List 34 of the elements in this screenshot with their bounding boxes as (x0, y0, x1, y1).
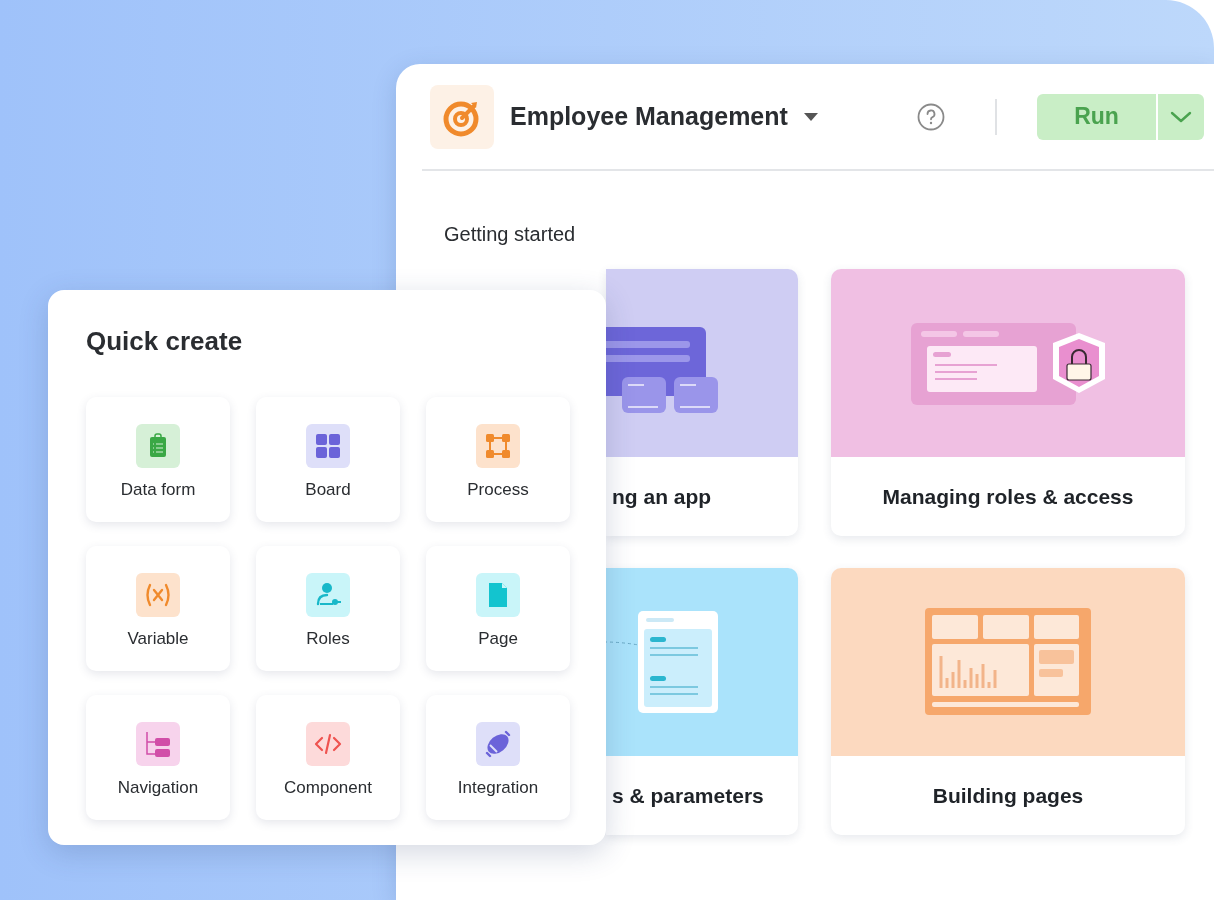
guide-card[interactable]: s & parameters (606, 568, 798, 835)
create-option-button[interactable]: Variable (86, 546, 230, 671)
card-title: ng an app (612, 484, 712, 509)
help-icon[interactable] (917, 102, 945, 131)
create-option-button[interactable]: Component (256, 695, 400, 820)
caret-icon[interactable] (803, 112, 818, 121)
create-option-button[interactable]: Navigation (86, 695, 230, 820)
document-icon (476, 573, 520, 617)
variable-icon (136, 573, 180, 617)
nodes-icon (476, 424, 520, 468)
guide-card[interactable]: Building pages (831, 568, 1185, 835)
guide-card[interactable]: Managing roles & access (831, 269, 1185, 536)
section-heading: Getting started (444, 222, 577, 247)
code-icon (306, 722, 350, 766)
target-icon (430, 84, 494, 149)
card-title: Managing roles & access (882, 484, 1134, 509)
chevron-down-icon (1170, 110, 1192, 123)
card-title: Building pages (932, 783, 1084, 808)
clipboard-icon (136, 424, 180, 468)
guide-card[interactable]: ng an app (606, 269, 798, 536)
create-option-button[interactable]: Integration (426, 695, 570, 820)
run-options-button[interactable] (1156, 93, 1204, 140)
create-option-button[interactable]: Roles (256, 546, 400, 671)
panel-title: Quick create (86, 326, 244, 356)
create-option-button[interactable]: Board (256, 397, 400, 522)
plug-icon (476, 722, 520, 766)
create-option-button[interactable]: Data form (86, 397, 230, 522)
card-title: s & parameters (612, 783, 764, 808)
app-title: Employee Management (510, 102, 788, 131)
user-key-icon (306, 573, 350, 617)
grid-icon (306, 424, 350, 468)
tree-icon (136, 722, 180, 766)
create-option-button[interactable]: Page (426, 546, 570, 671)
create-option-button[interactable]: Process (426, 397, 570, 522)
